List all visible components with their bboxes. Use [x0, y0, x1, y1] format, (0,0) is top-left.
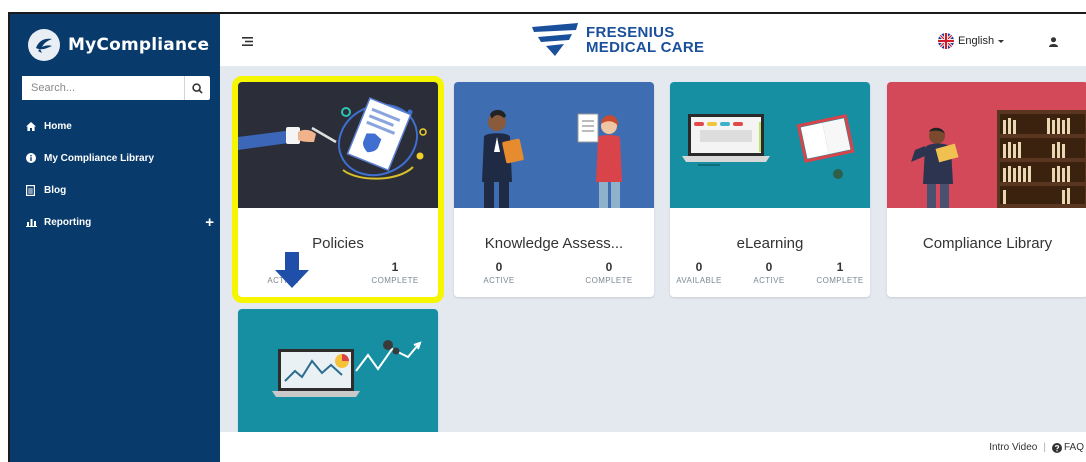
- stat-value: 0: [695, 260, 703, 274]
- policies-illustration: [238, 82, 438, 208]
- user-icon: [1049, 37, 1058, 47]
- stat-complete: 0 COMPLETE: [576, 260, 642, 285]
- card-reporting[interactable]: [238, 309, 438, 449]
- sidebar-item-home[interactable]: Home: [26, 110, 206, 142]
- stat-available: 0 AVAILABLE: [670, 260, 728, 285]
- search-icon: [192, 82, 203, 94]
- footer: Intro Video | FAQ: [220, 432, 1086, 462]
- home-icon: [26, 121, 42, 131]
- stat-label: ACTIVE: [753, 276, 785, 285]
- sidebar-item-label: Home: [44, 120, 72, 132]
- sidebar-item-blog[interactable]: Blog: [26, 174, 206, 206]
- logo-line-1: FRESENIUS: [586, 24, 675, 41]
- stat-label: ACTIVE: [483, 276, 515, 285]
- hamburger-icon: [242, 37, 253, 46]
- card-title: Compliance Library: [922, 235, 1053, 252]
- logo-line-2: MEDICAL CARE: [586, 39, 705, 56]
- card-policies[interactable]: Policies ACTIVE 1 COMPLETE: [232, 76, 444, 303]
- menu-toggle-button[interactable]: [242, 33, 253, 51]
- search-input[interactable]: [22, 76, 184, 100]
- language-selector[interactable]: English: [938, 33, 1006, 49]
- stat-label: COMPLETE: [816, 276, 864, 285]
- stat-value: 1: [391, 260, 399, 274]
- search-box: [22, 76, 210, 100]
- knowledge-assessment-illustration: [454, 82, 654, 208]
- card-elearning[interactable]: eLearning 0 AVAILABLE 0 ACTIVE 1 COMPLET…: [670, 82, 870, 297]
- arrow-down-icon: [275, 252, 309, 288]
- user-menu-button[interactable]: [1049, 34, 1058, 52]
- stat-label: COMPLETE: [371, 276, 419, 285]
- stat-complete: 1 COMPLETE: [360, 260, 430, 285]
- fresenius-logo-icon: [532, 23, 578, 56]
- stat-value: 1: [836, 260, 844, 274]
- stat-value: 0: [495, 260, 503, 274]
- info-icon: [26, 153, 42, 163]
- app-window: MyCompliance Home My C: [8, 12, 1086, 462]
- brand-logo-icon: [28, 29, 60, 61]
- card-title: eLearning: [736, 235, 804, 252]
- uk-flag-icon: [938, 33, 954, 49]
- stat-value: 0: [605, 260, 613, 274]
- elearning-illustration: [670, 82, 870, 208]
- footer-separator: |: [1043, 442, 1046, 453]
- card-title: Knowledge Assess...: [484, 235, 624, 252]
- sidebar-item-compliance-library[interactable]: My Compliance Library: [26, 142, 206, 174]
- language-label: English: [958, 35, 995, 47]
- faq-link[interactable]: FAQ: [1064, 442, 1084, 453]
- sidebar-item-label: Reporting: [44, 216, 92, 228]
- main-content: Policies ACTIVE 1 COMPLETE Knowledge Ass…: [220, 66, 1086, 449]
- down-arrow-annotation: [275, 252, 309, 293]
- reporting-illustration: [238, 309, 438, 449]
- expand-icon[interactable]: +: [205, 214, 214, 231]
- sidebar-item-label: My Compliance Library: [44, 152, 155, 164]
- fresenius-logo: FRESENIUS MEDICAL CARE: [532, 23, 704, 57]
- card-title: Policies: [312, 235, 364, 252]
- document-icon: [26, 184, 42, 196]
- question-icon: [1051, 442, 1062, 453]
- stat-active: 0 ACTIVE: [746, 260, 792, 285]
- intro-video-link[interactable]: Intro Video: [989, 442, 1037, 453]
- bar-chart-icon: [26, 218, 42, 227]
- stat-active: 0 ACTIVE: [476, 260, 522, 285]
- stat-label: COMPLETE: [585, 276, 633, 285]
- stat-value: 0: [765, 260, 773, 274]
- search-button[interactable]: [184, 76, 210, 100]
- stat-complete: 1 COMPLETE: [810, 260, 870, 285]
- stat-label: AVAILABLE: [676, 276, 722, 285]
- sidebar: MyCompliance Home My C: [10, 14, 220, 462]
- card-compliance-library[interactable]: Compliance Library: [887, 82, 1086, 297]
- top-header: FRESENIUS MEDICAL CARE English: [220, 14, 1086, 66]
- caret-down-icon: [998, 40, 1005, 43]
- card-knowledge-assessment[interactable]: Knowledge Assess... 0 ACTIVE 0 COMPLETE: [454, 82, 654, 297]
- brand-name: MyCompliance: [68, 35, 210, 55]
- brand[interactable]: MyCompliance: [28, 28, 209, 62]
- compliance-library-illustration: [887, 82, 1086, 208]
- sidebar-item-reporting[interactable]: Reporting +: [26, 206, 214, 238]
- sidebar-item-label: Blog: [44, 184, 67, 196]
- sidebar-nav: Home My Compliance Library Blog Reportin…: [26, 110, 214, 238]
